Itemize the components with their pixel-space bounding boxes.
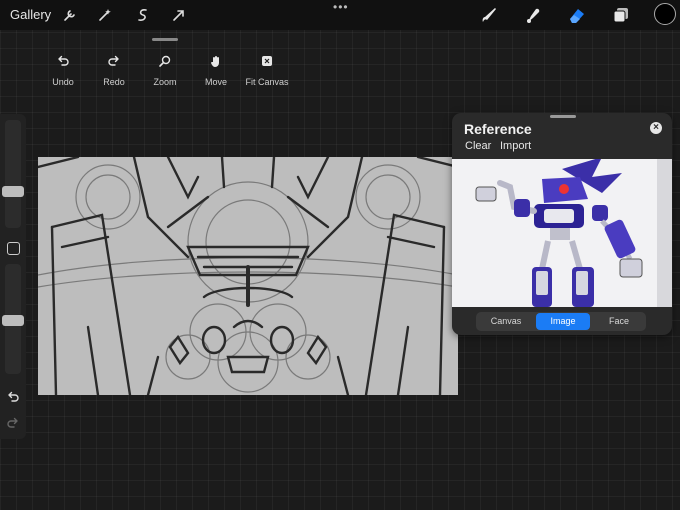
smudge-icon[interactable] bbox=[522, 4, 544, 26]
reference-panel: Reference × Clear Import Canvas Image Fa… bbox=[452, 113, 672, 335]
reference-grabber[interactable] bbox=[550, 115, 576, 118]
close-icon[interactable]: × bbox=[650, 122, 662, 134]
clear-button[interactable]: Clear bbox=[465, 140, 491, 152]
import-button[interactable]: Import bbox=[500, 140, 531, 152]
move-label: Move bbox=[204, 77, 227, 87]
reference-image bbox=[452, 159, 672, 307]
zoom-icon bbox=[159, 55, 171, 67]
opacity-slider[interactable] bbox=[2, 264, 24, 374]
fit-canvas-icon bbox=[262, 56, 272, 66]
tab-image[interactable]: Image bbox=[536, 313, 590, 330]
zoom-label: Zoom bbox=[153, 77, 177, 87]
fit-canvas-label: Fit Canvas bbox=[245, 77, 289, 87]
top-toolbar: Gallery ••• bbox=[0, 0, 680, 30]
selection-icon[interactable] bbox=[134, 6, 152, 24]
opacity-thumb[interactable] bbox=[2, 315, 24, 326]
reference-title: Reference bbox=[464, 121, 532, 137]
redo-button[interactable]: Redo bbox=[87, 54, 141, 90]
color-swatch[interactable] bbox=[654, 3, 676, 25]
side-undo-icon[interactable] bbox=[5, 389, 21, 405]
robot-sketch bbox=[38, 157, 458, 395]
side-redo-icon[interactable] bbox=[5, 415, 21, 431]
wrench-icon[interactable] bbox=[61, 6, 79, 24]
reference-mode-switch: Canvas Image Face bbox=[476, 312, 646, 331]
fit-canvas-button[interactable]: Fit Canvas bbox=[240, 54, 294, 90]
undo-label: Undo bbox=[52, 77, 74, 87]
undo-icon bbox=[58, 55, 69, 66]
left-sidebar bbox=[0, 114, 26, 439]
magic-wand-icon[interactable] bbox=[96, 6, 114, 24]
drawing-canvas[interactable] bbox=[38, 157, 458, 395]
eraser-icon[interactable] bbox=[566, 4, 588, 26]
undo-button[interactable]: Undo bbox=[36, 54, 90, 90]
tab-canvas[interactable]: Canvas bbox=[479, 313, 533, 330]
hand-icon bbox=[211, 56, 219, 67]
brush-size-slider[interactable] bbox=[2, 120, 24, 228]
redo-icon bbox=[108, 55, 119, 66]
robot-reference-image bbox=[452, 159, 672, 307]
brush-size-thumb[interactable] bbox=[2, 186, 24, 197]
brush-icon[interactable] bbox=[478, 4, 500, 26]
modify-button[interactable] bbox=[7, 242, 20, 255]
zoom-button[interactable]: Zoom bbox=[138, 54, 192, 90]
tab-face[interactable]: Face bbox=[592, 313, 646, 330]
quick-actions-grabber[interactable] bbox=[152, 38, 178, 41]
layers-icon[interactable] bbox=[610, 4, 632, 26]
transform-arrow-icon[interactable] bbox=[170, 6, 188, 24]
gallery-button[interactable]: Gallery bbox=[10, 7, 51, 22]
more-menu-handle[interactable]: ••• bbox=[333, 0, 349, 14]
redo-label: Redo bbox=[103, 77, 125, 87]
move-button[interactable]: Move bbox=[189, 54, 243, 90]
